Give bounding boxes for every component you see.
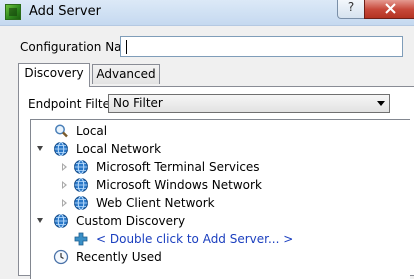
tree-item-web-client-network[interactable]: Web Client Network (31, 194, 401, 212)
network-globe-icon (74, 160, 88, 174)
network-globe-icon (54, 214, 68, 228)
tree-item-microsoft-windows-network[interactable]: Microsoft Windows Network (31, 176, 401, 194)
endpoint-filter-label: Endpoint Filter: (28, 97, 119, 111)
close-icon (384, 3, 396, 14)
tree-item-label: Local Network (76, 142, 162, 156)
window-title: Add Server (29, 4, 101, 19)
expanded-arrow-icon[interactable] (37, 146, 43, 151)
clock-icon (53, 249, 69, 265)
chevron-down-icon (377, 101, 385, 106)
tab-advanced-label: Advanced (96, 67, 156, 81)
tab-advanced[interactable]: Advanced (92, 64, 160, 84)
network-globe-icon (74, 196, 88, 210)
tree-item-custom-discovery[interactable]: Custom Discovery (31, 212, 401, 230)
tree-item-microsoft-terminal-services[interactable]: Microsoft Terminal Services (31, 158, 401, 176)
configuration-name-input[interactable] (120, 36, 403, 57)
tree-item-label: Custom Discovery (76, 214, 186, 228)
magnifier-icon (55, 124, 68, 138)
help-button[interactable]: ? (337, 0, 365, 19)
plus-icon (74, 232, 88, 246)
collapsed-arrow-icon[interactable] (62, 163, 67, 171)
collapsed-arrow-icon[interactable] (62, 181, 67, 189)
tree-item-label: Microsoft Terminal Services (96, 160, 260, 174)
tree-item-label: < Double click to Add Server... > (96, 232, 294, 246)
text-caret (126, 40, 127, 54)
server-tree[interactable]: Local Local Network Microsoft Terminal S… (30, 119, 410, 279)
tree-item-recently-used[interactable]: Recently Used (31, 248, 401, 266)
tree-item-add-server[interactable]: < Double click to Add Server... > (31, 230, 401, 248)
tab-discovery-label: Discovery (24, 66, 84, 80)
endpoint-filter-select[interactable]: No Filter (108, 94, 390, 113)
tree-item-local[interactable]: Local (31, 122, 401, 140)
network-globe-icon (54, 142, 68, 156)
close-button[interactable] (364, 0, 414, 19)
endpoint-filter-value: No Filter (113, 96, 163, 110)
app-icon (5, 4, 21, 20)
collapsed-arrow-icon[interactable] (62, 199, 67, 207)
tree-item-label: Local (76, 124, 108, 138)
expanded-arrow-icon[interactable] (37, 218, 43, 223)
tab-discovery[interactable]: Discovery (18, 63, 90, 87)
tree-item-local-network[interactable]: Local Network (31, 140, 401, 158)
network-globe-icon (74, 178, 88, 192)
tree-item-label: Web Client Network (96, 196, 215, 210)
tree-item-label: Recently Used (76, 250, 162, 264)
tree-item-label: Microsoft Windows Network (96, 178, 262, 192)
